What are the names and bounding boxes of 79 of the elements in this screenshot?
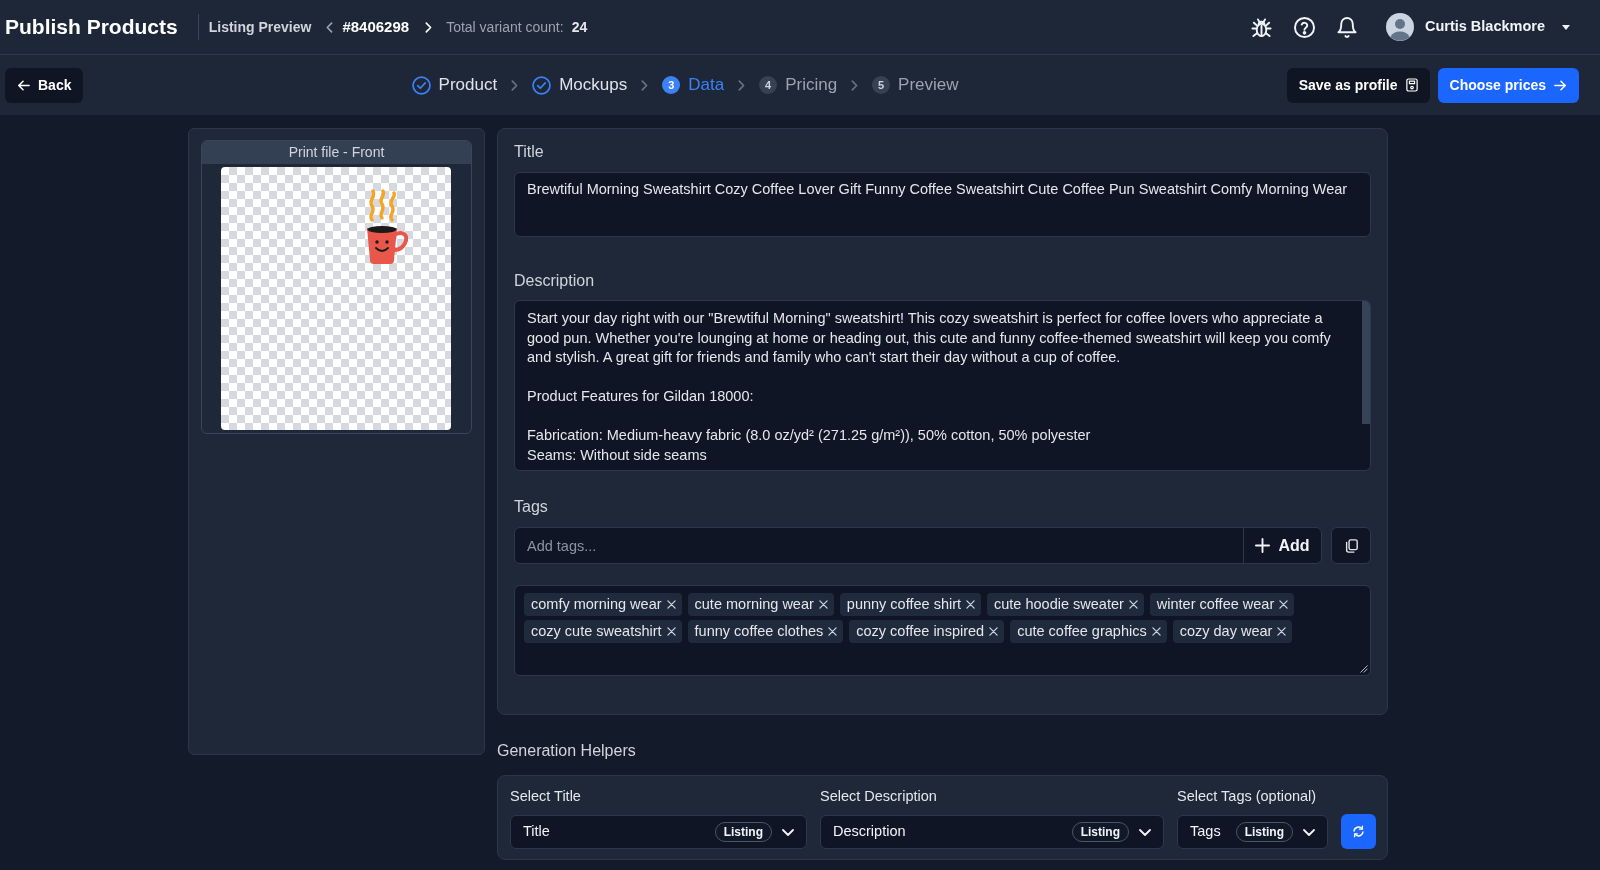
tag-input[interactable]: Add tags... bbox=[514, 527, 1244, 564]
save-profile-button[interactable]: Save as profile bbox=[1286, 67, 1430, 103]
tag-label: cozy day wear bbox=[1179, 621, 1273, 641]
arrow-left-icon bbox=[17, 79, 30, 91]
source-badge: Listing bbox=[1071, 822, 1129, 842]
avatar-icon[interactable] bbox=[1385, 13, 1414, 41]
chevron-down-icon[interactable] bbox=[1139, 828, 1151, 836]
step-label[interactable]: Pricing bbox=[785, 72, 838, 98]
close-icon[interactable] bbox=[828, 627, 838, 636]
page-title: Publish Products bbox=[5, 14, 178, 41]
bug-icon[interactable] bbox=[1250, 16, 1272, 38]
step-label[interactable]: Product bbox=[438, 72, 498, 98]
close-icon[interactable] bbox=[989, 627, 999, 636]
step-number: 4 bbox=[759, 76, 778, 94]
copy-button[interactable] bbox=[1331, 527, 1371, 564]
add-tag-button[interactable]: Add bbox=[1243, 527, 1322, 564]
dropdown-select[interactable]: Tags Listing bbox=[1177, 815, 1328, 849]
dropdown-select[interactable]: Description Listing bbox=[820, 815, 1164, 849]
variant-count: 24 bbox=[571, 17, 588, 37]
caret-down-icon[interactable] bbox=[1562, 24, 1570, 30]
tag-label: funny coffee clothes bbox=[694, 621, 824, 641]
print-file-header: Print file - Front bbox=[202, 141, 471, 164]
close-icon[interactable] bbox=[1128, 600, 1138, 609]
step-label[interactable]: Preview bbox=[898, 72, 959, 98]
close-icon[interactable] bbox=[666, 600, 676, 609]
tag-label: cozy coffee inspired bbox=[856, 621, 985, 641]
refresh-icon bbox=[1352, 825, 1365, 838]
close-icon[interactable] bbox=[666, 627, 676, 636]
dropdown-select[interactable]: Title Listing bbox=[510, 815, 807, 849]
bell-icon[interactable] bbox=[1336, 16, 1357, 38]
field-label: Select Tags (optional) bbox=[1177, 787, 1318, 806]
field-label: Title bbox=[514, 142, 545, 162]
breadcrumb-link[interactable]: Listing Preview bbox=[208, 16, 312, 38]
close-icon[interactable] bbox=[1279, 600, 1289, 609]
step-number: 5 bbox=[872, 76, 891, 94]
tag-list-field[interactable]: comfy morning wear cute morning wear punny coffee shirt cute hoodie sweater winter coffee wear cozy cute sweatshirt funny coffee clothes cozy coffee inspired cute coffee graphics cozy day wear bbox=[514, 585, 1371, 676]
title-field[interactable]: Brewtiful Morning Sweatshirt Cozy Coffee Lover Gift Funny Coffee Sweatshirt Cute Coffee Pun Sweatshirt Comfy Morning Wear bbox=[514, 172, 1371, 237]
chevron-left-icon[interactable] bbox=[326, 21, 334, 33]
variant-count-label: Total variant count: bbox=[446, 17, 564, 37]
tag-label: punny coffee shirt bbox=[846, 594, 962, 614]
field-label: Description bbox=[514, 271, 596, 291]
scrollbar-thumb[interactable] bbox=[1362, 301, 1370, 424]
field-label: Tags bbox=[514, 497, 549, 517]
user-name[interactable]: Curtis Blackmore bbox=[1424, 16, 1545, 38]
chevron-right-icon bbox=[851, 79, 859, 91]
chevron-right-icon bbox=[641, 79, 649, 91]
copy-icon bbox=[1344, 538, 1358, 553]
close-icon[interactable] bbox=[1151, 627, 1161, 636]
close-icon[interactable] bbox=[818, 600, 828, 609]
choose-prices-button[interactable]: Choose prices bbox=[1437, 67, 1579, 103]
source-badge: Listing bbox=[714, 822, 772, 842]
back-button[interactable]: Back bbox=[5, 67, 84, 103]
tag-label: comfy morning wear bbox=[531, 594, 662, 614]
refresh-button[interactable] bbox=[1341, 814, 1376, 849]
tag-label: winter coffee wear bbox=[1156, 594, 1275, 614]
section-heading: Generation Helpers bbox=[497, 741, 637, 761]
arrow-right-icon bbox=[1554, 79, 1567, 91]
chevron-right-icon[interactable] bbox=[425, 21, 433, 33]
plus-icon bbox=[1255, 538, 1271, 553]
chevron-right-icon bbox=[511, 79, 519, 91]
chevron-down-icon[interactable] bbox=[782, 828, 794, 836]
close-icon[interactable] bbox=[966, 600, 976, 609]
tag-label: cute hoodie sweater bbox=[994, 594, 1124, 614]
step-label[interactable]: Data bbox=[688, 72, 725, 98]
source-badge: Listing bbox=[1235, 822, 1293, 842]
step-label[interactable]: Mockups bbox=[559, 72, 628, 98]
listing-id: #8406298 bbox=[342, 16, 410, 37]
tag-label: cute morning wear bbox=[694, 594, 814, 614]
chevron-right-icon bbox=[738, 79, 746, 91]
field-label: Select Title bbox=[510, 787, 582, 806]
help-icon[interactable] bbox=[1293, 16, 1315, 38]
field-label: Select Description bbox=[820, 787, 938, 806]
tag-label: cute coffee graphics bbox=[1017, 621, 1147, 641]
chevron-down-icon[interactable] bbox=[1303, 828, 1315, 836]
resize-handle-icon[interactable] bbox=[1360, 665, 1368, 673]
close-icon[interactable] bbox=[1277, 627, 1287, 636]
step-number: 3 bbox=[662, 76, 681, 94]
description-field[interactable]: Start your day right with our "Brewtiful Morning" sweatshirt! This cozy sweatshirt is perfect for coffee lovers who appreciate a good pun. Whether you're lounging at home or heading out, this cute and funny coffee-themed sweatshirt will keep you comfy and stylish. A great gift for friends and family who can't start their day without a cup of coffee. Product Features for Gildan 18000: Fabrication: Medium-heavy fabric (8.0 oz/yd² (271.25 g/m²)), 50% cotton, 50% polyester Seams: Without side seams bbox=[514, 300, 1371, 471]
tag-label: cozy cute sweatshirt bbox=[531, 621, 662, 641]
